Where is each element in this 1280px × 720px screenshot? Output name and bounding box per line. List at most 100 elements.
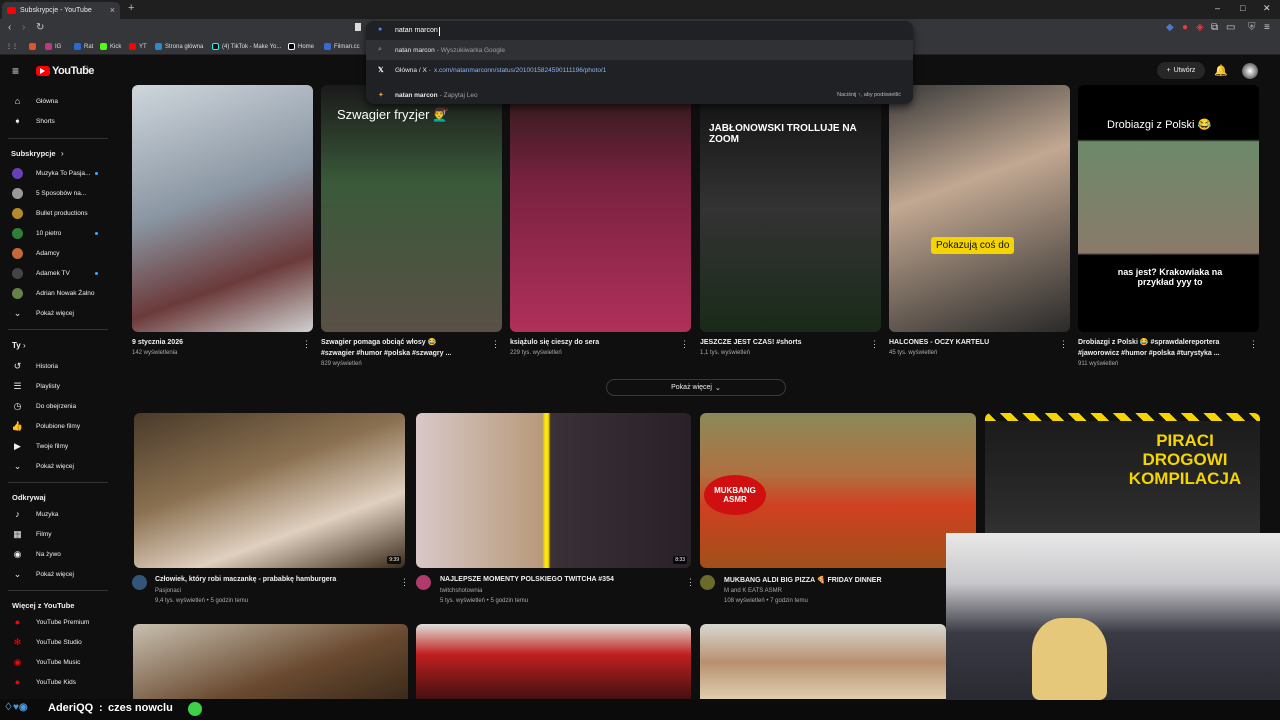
sidebar-item-music-app[interactable]: ◉ YouTube Music xyxy=(0,653,112,671)
short-thumbnail[interactable]: JABŁONOWSKI TROLLUJE NA ZOOM xyxy=(700,85,881,332)
sidebar-item-shorts[interactable]: ➧ Shorts xyxy=(0,112,112,130)
brave-shield-icon[interactable]: ◈ xyxy=(1196,22,1204,33)
menu-icon[interactable]: ≡ xyxy=(1264,22,1270,33)
back-icon[interactable]: ‹ xyxy=(8,22,11,33)
bookmark-yt[interactable]: YT xyxy=(129,43,147,50)
short-title[interactable]: Drobiazgi z Polski 😂 #sprawdalereportera xyxy=(1078,337,1246,348)
text-cursor xyxy=(439,27,440,36)
video-title[interactable]: Człowiek, który robi maczankę - prababkę… xyxy=(155,576,336,583)
sidebar-sub-1[interactable]: 5 Sposobów na... xyxy=(0,184,112,202)
more-options-icon[interactable]: ⋮ xyxy=(1059,339,1068,350)
short-title[interactable]: książulo się cieszy do sera xyxy=(510,337,678,348)
browser-tab[interactable]: Subskrypcje - YouTube × xyxy=(2,2,120,19)
channel-name[interactable]: twitchshotownia xyxy=(440,588,482,594)
window-close-icon[interactable]: ✕ xyxy=(1263,3,1271,14)
sidebar-item-your-videos[interactable]: ▶ Twoje filmy xyxy=(0,437,112,455)
bookmark-page-icon[interactable] xyxy=(355,23,361,31)
maximize-icon[interactable]: □ xyxy=(1240,3,1245,13)
more-options-icon[interactable]: ⋮ xyxy=(302,339,311,350)
short-title[interactable]: 9 stycznia 2026 xyxy=(132,337,300,348)
video-thumbnail[interactable]: MUKBANG ASMR xyxy=(700,413,976,568)
video-thumbnail[interactable]: 9:39 xyxy=(134,413,405,568)
suggestion-x-link[interactable]: 𝕏 Główna / X - x.com/natanmarconn/status… xyxy=(366,60,913,80)
sidebar-sub-4[interactable]: Adamcy xyxy=(0,244,112,262)
shorts-show-more-button[interactable]: Pokaż więcej ⌄ xyxy=(606,379,786,396)
address-input[interactable]: natan marcon xyxy=(395,27,438,34)
bookmark-filman[interactable]: Filman.cc xyxy=(324,43,360,50)
bookmark-1[interactable] xyxy=(29,43,36,50)
forward-icon[interactable]: › xyxy=(22,22,25,33)
short-title[interactable]: HALCONES - OCZY KARTELU xyxy=(889,337,1057,348)
extensions-puzzle-icon[interactable]: ⧉ xyxy=(1211,22,1218,33)
short-thumbnail[interactable]: Pokazują coś do xyxy=(889,85,1070,332)
subscriptions-heading[interactable]: Subskrypcje › xyxy=(0,144,112,162)
sidebar-item-films[interactable]: ▦ Filmy xyxy=(0,525,112,543)
close-tab-icon[interactable]: × xyxy=(110,5,115,15)
sidebar-toggle-icon[interactable]: ▭ xyxy=(1226,22,1235,33)
more-options-icon[interactable]: ⋮ xyxy=(870,339,879,350)
channel-name[interactable]: Pasjonaci xyxy=(155,588,181,594)
short-title[interactable]: JESZCZE JEST CZAS! #shorts xyxy=(700,337,868,348)
suggestion-ask-leo[interactable]: ✦ natan marcon - Zapytaj Leo Naciśnij ↑,… xyxy=(366,85,913,105)
new-tab-button[interactable]: + xyxy=(128,2,134,14)
video-title[interactable]: NAJLEPSZE MOMENTY POLSKIEGO TWITCHA #354 xyxy=(440,576,614,583)
sidebar-sub-2[interactable]: Bullet productions xyxy=(0,204,112,222)
sidebar-item-kids[interactable]: ● YouTube Kids xyxy=(0,673,112,691)
sidebar-item-home[interactable]: ⌂ Główna xyxy=(0,92,112,110)
vpn-icon[interactable]: ⛨ xyxy=(1248,22,1256,33)
video-thumbnail[interactable] xyxy=(133,624,408,700)
short-title[interactable]: Szwagier pomaga obciąć włosy 😂 xyxy=(321,337,489,348)
video-thumbnail[interactable]: 8:33 xyxy=(416,413,691,568)
sidebar-item-history[interactable]: ↺ Historia xyxy=(0,357,112,375)
channel-avatar[interactable] xyxy=(132,575,147,590)
bookmark-tiktok[interactable]: (4) TikTok - Make Yo... xyxy=(212,43,281,50)
sidebar-item-premium[interactable]: ● YouTube Premium xyxy=(0,613,112,631)
apps-icon[interactable]: ⋮⋮ xyxy=(6,43,18,50)
extension-icon[interactable]: ◆ xyxy=(1166,22,1174,33)
hamburger-menu-icon[interactable]: ≡ xyxy=(12,64,19,78)
channel-name[interactable]: M and K EATS ASMR xyxy=(724,588,782,594)
more-options-icon[interactable]: ⋮ xyxy=(686,577,695,588)
sidebar-item-studio[interactable]: ✻ YouTube Studio xyxy=(0,633,112,651)
sidebar-sub-0[interactable]: Muzyka To Pasja... xyxy=(0,164,112,182)
sidebar-sub-6[interactable]: Adrian Nowak Żalno xyxy=(0,284,112,302)
short-thumbnail[interactable] xyxy=(132,85,313,332)
reload-icon[interactable]: ↻ xyxy=(36,22,44,33)
channel-avatar[interactable] xyxy=(416,575,431,590)
video-thumbnail[interactable] xyxy=(700,624,946,700)
sidebar-sub-5[interactable]: Adamek TV xyxy=(0,264,112,282)
create-button[interactable]: + Utwórz xyxy=(1157,62,1205,79)
video-thumbnail[interactable] xyxy=(416,624,691,700)
suggestion-google-search[interactable]: ⌕ natan marcon - Wyszukiwarka Google xyxy=(366,40,913,60)
short-title-line2[interactable]: #jaworowicz #humor #polska #turystyka ..… xyxy=(1078,348,1246,359)
sidebar-item-watch-later[interactable]: ◷ Do obejrzenia xyxy=(0,397,112,415)
bookmark-ig[interactable]: IG xyxy=(45,43,61,50)
record-icon[interactable]: ● xyxy=(1182,22,1188,33)
short-thumbnail[interactable]: Drobiazgi z Polski 😂 nas jest? Krakowiak… xyxy=(1078,85,1259,332)
you-heading[interactable]: Ty › xyxy=(0,336,112,354)
you-show-more[interactable]: ⌄ Pokaż więcej xyxy=(0,457,112,475)
channel-avatar[interactable] xyxy=(700,575,715,590)
more-options-icon[interactable]: ⋮ xyxy=(491,339,500,350)
more-options-icon[interactable]: ⋮ xyxy=(680,339,689,350)
short-thumbnail[interactable] xyxy=(510,85,691,332)
bookmark-x-home[interactable]: Home xyxy=(288,43,314,50)
sidebar-item-playlists[interactable]: ☰ Playlisty xyxy=(0,377,112,395)
sidebar-item-liked[interactable]: 👍 Polubione filmy xyxy=(0,417,112,435)
sidebar-item-music[interactable]: ♪ Muzyka xyxy=(0,505,112,523)
bookmark-kick[interactable]: Kick xyxy=(100,43,121,50)
bookmark-rat[interactable]: Rat xyxy=(74,43,93,50)
bookmark-home[interactable]: Strona główna xyxy=(155,43,203,50)
short-title-line2[interactable]: #szwagier #humor #polska #szwagry ... xyxy=(321,348,489,359)
sidebar-item-live[interactable]: ◉ Na żywo xyxy=(0,545,112,563)
avatar[interactable] xyxy=(1242,63,1258,79)
explore-show-more[interactable]: ⌄ Pokaż więcej xyxy=(0,565,112,583)
video-title[interactable]: MUKBANG ALDI BIG PIZZA 🍕 FRIDAY DINNER xyxy=(724,576,882,584)
minimize-icon[interactable]: – xyxy=(1215,3,1220,13)
subs-show-more[interactable]: ⌄ Pokaż więcej xyxy=(0,304,112,322)
more-options-icon[interactable]: ⋮ xyxy=(1249,339,1258,350)
short-thumbnail[interactable]: Szwagier fryzjer 💇‍♂️ xyxy=(321,85,502,332)
more-options-icon[interactable]: ⋮ xyxy=(400,577,409,588)
sidebar-sub-3[interactable]: 10 pietro xyxy=(0,224,112,242)
notifications-bell-icon[interactable]: 🔔 xyxy=(1214,64,1228,77)
